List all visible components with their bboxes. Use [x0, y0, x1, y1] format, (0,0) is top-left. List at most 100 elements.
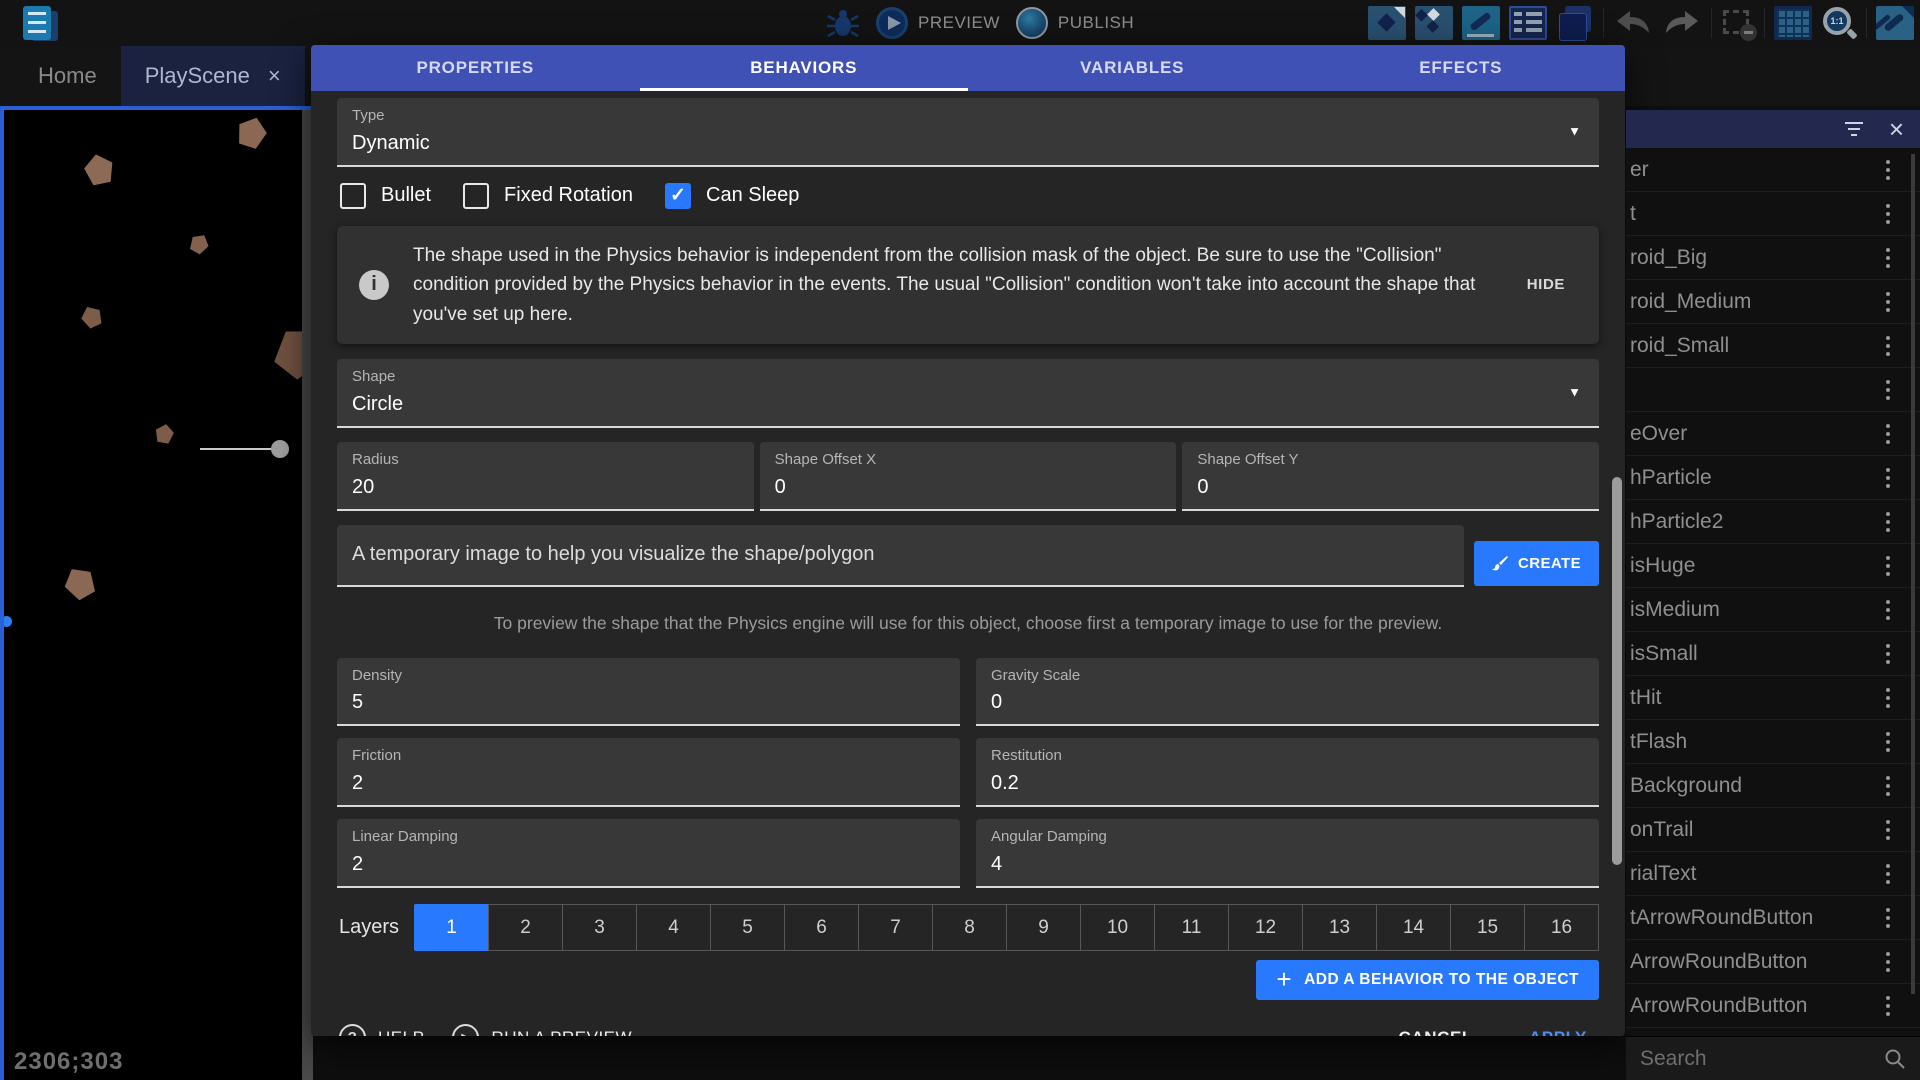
object-list-item[interactable]: ArrowRoundButton: [1626, 984, 1920, 1028]
layer-cell[interactable]: 2: [488, 904, 563, 951]
apply-button[interactable]: APPLY: [1519, 1020, 1597, 1036]
number-field[interactable]: Density 5: [337, 658, 960, 727]
kebab-menu-icon[interactable]: [1882, 376, 1894, 404]
object-list-item[interactable]: tArrowRoundButton: [1626, 896, 1920, 940]
physics-checkbox[interactable]: ✓ Bullet: [340, 183, 431, 209]
hide-button[interactable]: HIDE: [1515, 268, 1577, 301]
shape-select[interactable]: Shape Circle ▼: [337, 359, 1599, 428]
physics-checkbox[interactable]: ✓ Can Sleep: [665, 183, 799, 209]
layer-cell[interactable]: 4: [636, 904, 711, 951]
checkbox-box[interactable]: ✓: [340, 183, 366, 209]
gizmo-handle[interactable]: [271, 440, 289, 458]
kebab-menu-icon[interactable]: [1882, 420, 1894, 448]
object-list-item[interactable]: t: [1626, 192, 1920, 236]
layer-cell[interactable]: 9: [1006, 904, 1081, 951]
search-bar[interactable]: Search: [1626, 1036, 1920, 1080]
object-list-item[interactable]: [1626, 368, 1920, 412]
kebab-menu-icon[interactable]: [1882, 552, 1894, 580]
preview-button[interactable]: PREVIEW: [876, 7, 1000, 39]
object-list-item[interactable]: tHit: [1626, 676, 1920, 720]
layers-editor-icon[interactable]: [1556, 6, 1594, 40]
kebab-menu-icon[interactable]: [1882, 640, 1894, 668]
undo-icon[interactable]: [1613, 8, 1653, 38]
kebab-menu-icon[interactable]: [1882, 596, 1894, 624]
kebab-menu-icon[interactable]: [1882, 728, 1894, 756]
add-behavior-button[interactable]: + ADD A BEHAVIOR TO THE OBJECT: [1256, 960, 1599, 1000]
object-list-item[interactable]: onTrail: [1626, 808, 1920, 852]
sidebar-scrollbar[interactable]: [1911, 154, 1915, 994]
kebab-menu-icon[interactable]: [1882, 244, 1894, 272]
close-panel-icon[interactable]: ×: [1889, 116, 1904, 142]
kebab-menu-icon[interactable]: [1882, 992, 1894, 1020]
layer-cell[interactable]: 6: [784, 904, 859, 951]
layer-cell[interactable]: 5: [710, 904, 785, 951]
object-list-item[interactable]: eOver: [1626, 412, 1920, 456]
filter-icon[interactable]: [1845, 122, 1863, 136]
kebab-menu-icon[interactable]: [1882, 332, 1894, 360]
object-list-item[interactable]: er: [1626, 148, 1920, 192]
kebab-menu-icon[interactable]: [1882, 156, 1894, 184]
kebab-menu-icon[interactable]: [1882, 288, 1894, 316]
layer-cell[interactable]: 7: [858, 904, 933, 951]
object-list-item[interactable]: roid_Small: [1626, 324, 1920, 368]
physics-checkbox[interactable]: ✓ Fixed Rotation: [463, 183, 633, 209]
kebab-menu-icon[interactable]: [1882, 508, 1894, 536]
object-list-item[interactable]: isSmall: [1626, 632, 1920, 676]
debug-icon[interactable]: [826, 8, 860, 38]
kebab-menu-icon[interactable]: [1882, 948, 1894, 976]
object-list-item[interactable]: tFlash: [1626, 720, 1920, 764]
grid-icon[interactable]: [1774, 6, 1812, 40]
type-select[interactable]: Type Dynamic ▼: [337, 98, 1599, 167]
kebab-menu-icon[interactable]: [1882, 904, 1894, 932]
object-list-item[interactable]: hParticle2: [1626, 500, 1920, 544]
layer-cell[interactable]: 10: [1080, 904, 1155, 951]
cancel-button[interactable]: CANCEL: [1388, 1020, 1482, 1036]
number-field[interactable]: Linear Damping 2: [337, 819, 960, 888]
layer-cell[interactable]: 8: [932, 904, 1007, 951]
object-list-item[interactable]: roid_Medium: [1626, 280, 1920, 324]
checkbox-box[interactable]: ✓: [463, 183, 489, 209]
layer-cell[interactable]: 12: [1228, 904, 1303, 951]
object-list-item[interactable]: hParticle: [1626, 456, 1920, 500]
editor-tab[interactable]: PlayScene ×: [121, 46, 305, 106]
help-button[interactable]: ? HELP: [339, 1024, 424, 1036]
kebab-menu-icon[interactable]: [1882, 200, 1894, 228]
object-list-item[interactable]: Background: [1626, 764, 1920, 808]
number-field[interactable]: Gravity Scale 0: [976, 658, 1599, 727]
kebab-menu-icon[interactable]: [1882, 816, 1894, 844]
number-field[interactable]: Angular Damping 4: [976, 819, 1599, 888]
settings-wrench-icon[interactable]: [1876, 6, 1914, 40]
kebab-menu-icon[interactable]: [1882, 772, 1894, 800]
asteroid-sprite[interactable]: [187, 231, 213, 257]
selection-dot[interactable]: [1, 616, 12, 627]
kebab-menu-icon[interactable]: [1882, 860, 1894, 888]
layer-cell[interactable]: 11: [1154, 904, 1229, 951]
asteroid-sprite[interactable]: [153, 422, 175, 444]
object-list-item[interactable]: isMedium: [1626, 588, 1920, 632]
number-field[interactable]: Shape Offset X 0: [760, 442, 1177, 511]
asteroid-sprite[interactable]: [78, 303, 106, 331]
dialog-tab[interactable]: EFFECTS: [1297, 45, 1626, 91]
temporary-image-field[interactable]: A temporary image to help you visualize …: [337, 525, 1464, 587]
objects-editor-icon[interactable]: [1368, 6, 1406, 40]
redo-icon[interactable]: [1662, 8, 1702, 38]
zoom-original-icon[interactable]: 1:1: [1821, 6, 1857, 40]
properties-list-icon[interactable]: [1509, 6, 1547, 40]
create-button[interactable]: CREATE: [1474, 541, 1599, 586]
dialog-scrollbar[interactable]: [1612, 477, 1622, 865]
asteroid-sprite[interactable]: [233, 113, 271, 151]
object-list-item[interactable]: roid_Big: [1626, 236, 1920, 280]
layer-cell[interactable]: 13: [1302, 904, 1377, 951]
number-field[interactable]: Restitution 0.2: [976, 738, 1599, 807]
publish-button[interactable]: PUBLISH: [1016, 7, 1134, 39]
object-list-item[interactable]: isHuge: [1626, 544, 1920, 588]
layer-cell[interactable]: 16: [1524, 904, 1599, 951]
asteroid-sprite[interactable]: [81, 151, 117, 187]
kebab-menu-icon[interactable]: [1882, 464, 1894, 492]
dialog-tab[interactable]: PROPERTIES: [311, 45, 640, 91]
close-tab-icon[interactable]: ×: [268, 63, 281, 89]
number-field[interactable]: Radius 20: [337, 442, 754, 511]
scene-canvas[interactable]: 2306;303: [0, 106, 313, 1080]
instances-editor-icon[interactable]: [1415, 6, 1453, 40]
layer-cell[interactable]: 15: [1450, 904, 1525, 951]
